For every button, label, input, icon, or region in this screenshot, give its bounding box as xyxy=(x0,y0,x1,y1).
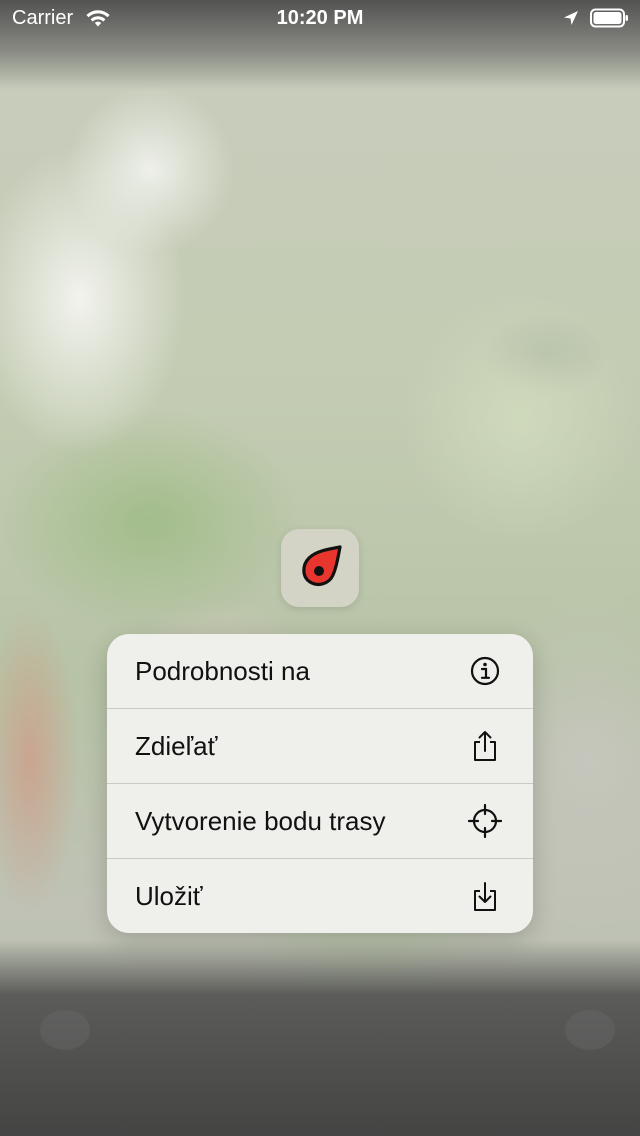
menu-item-create-waypoint[interactable]: Vytvorenie bodu trasy xyxy=(107,784,533,858)
selected-map-pin[interactable] xyxy=(281,529,359,607)
download-icon xyxy=(474,882,496,911)
status-bar: Carrier 10:20 PM xyxy=(0,0,640,36)
menu-item-details[interactable]: Podrobnosti na xyxy=(107,634,533,708)
toolbar-button-right-blurred xyxy=(565,1010,615,1050)
context-menu: Podrobnosti na Zdieľať Vytvorenie bodu t… xyxy=(107,634,533,933)
info-icon xyxy=(470,656,500,686)
menu-item-share[interactable]: Zdieľať xyxy=(107,709,533,783)
battery-full-icon xyxy=(590,8,628,28)
crosshair-icon xyxy=(468,804,502,838)
menu-item-label: Zdieľať xyxy=(135,731,218,761)
menu-item-label: Vytvorenie bodu trasy xyxy=(135,806,386,836)
map-pin-icon xyxy=(302,545,342,586)
clock-time: 10:20 PM xyxy=(276,7,364,29)
menu-item-label: Uložiť xyxy=(135,881,203,911)
location-arrow-icon xyxy=(564,11,578,25)
share-icon xyxy=(474,731,496,761)
menu-item-save[interactable]: Uložiť xyxy=(107,859,533,933)
menu-item-label: Podrobnosti na xyxy=(135,656,310,686)
bottom-toolbar-dimmed xyxy=(0,940,640,1136)
toolbar-button-left-blurred xyxy=(40,1010,90,1050)
